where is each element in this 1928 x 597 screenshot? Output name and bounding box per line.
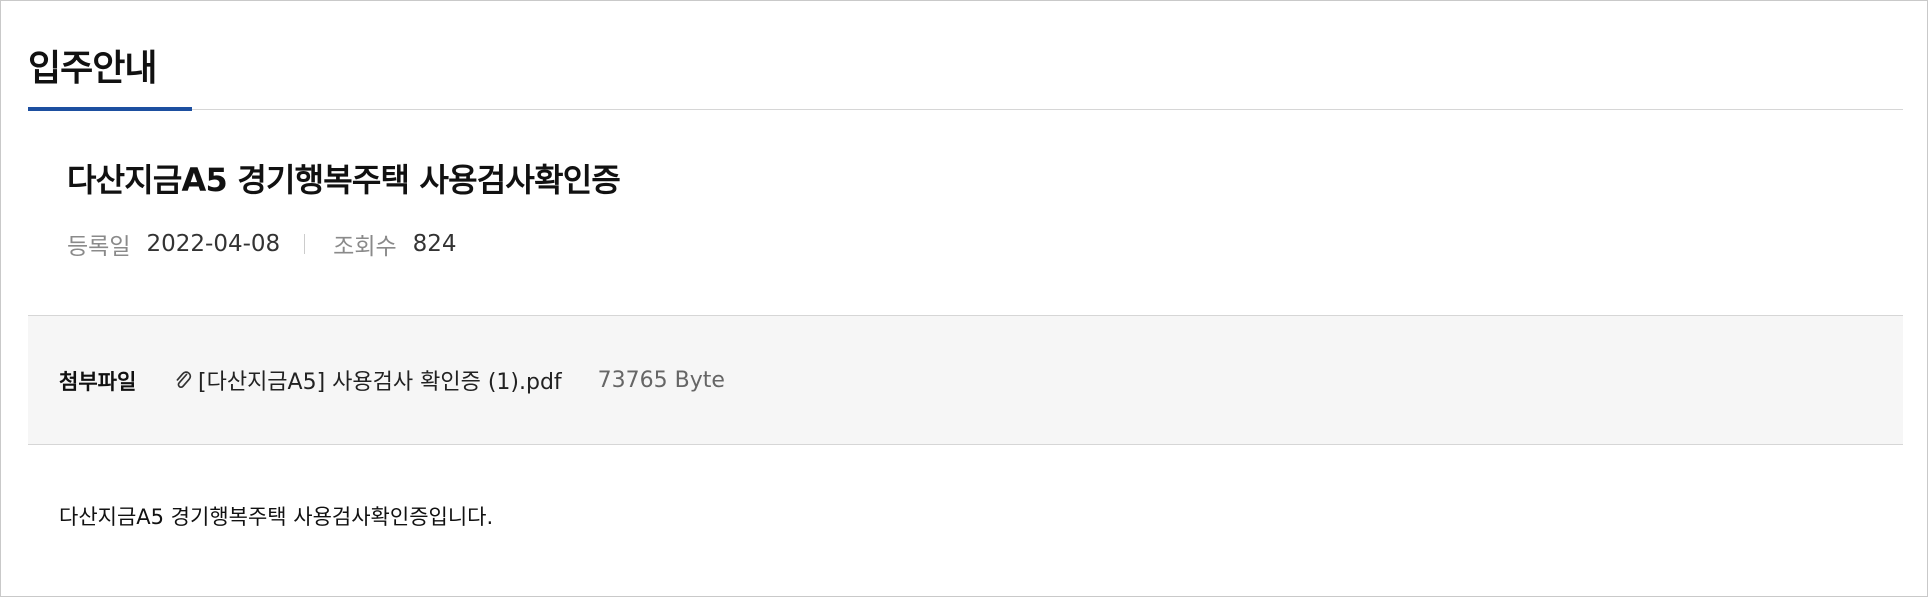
attachment-file-link[interactable]: [다산지금A5] 사용검사 확인증 (1).pdf [198,364,562,396]
views-value: 824 [412,231,457,257]
attachment-file-size: 73765 Byte [597,367,725,393]
attachment-item[interactable]: [다산지금A5] 사용검사 확인증 (1).pdf 73765 Byte [174,364,725,396]
meta-divider [304,234,306,254]
attachment-label: 첨부파일 [59,370,137,394]
paperclip-icon [174,369,192,391]
section-title-underline [28,107,192,111]
post-title: 다산지금A5 경기행복주택 사용검사확인증 [67,161,621,199]
board-view-frame: 입주안내 다산지금A5 경기행복주택 사용검사확인증 등록일 2022-04-0… [0,0,1928,597]
date-value: 2022-04-08 [146,231,281,257]
attachment-box: 첨부파일 [다산지금A5] 사용검사 확인증 (1).pdf 73765 Byt… [28,315,1903,445]
post-meta: 등록일 2022-04-08 조회수 824 [67,229,457,260]
date-label: 등록일 [67,234,131,260]
views-label: 조회수 [333,234,397,260]
post-content: 다산지금A5 경기행복주택 사용검사확인증입니다. [59,505,494,529]
section-title: 입주안내 [28,48,157,89]
section-header: 입주안내 [28,1,1903,111]
